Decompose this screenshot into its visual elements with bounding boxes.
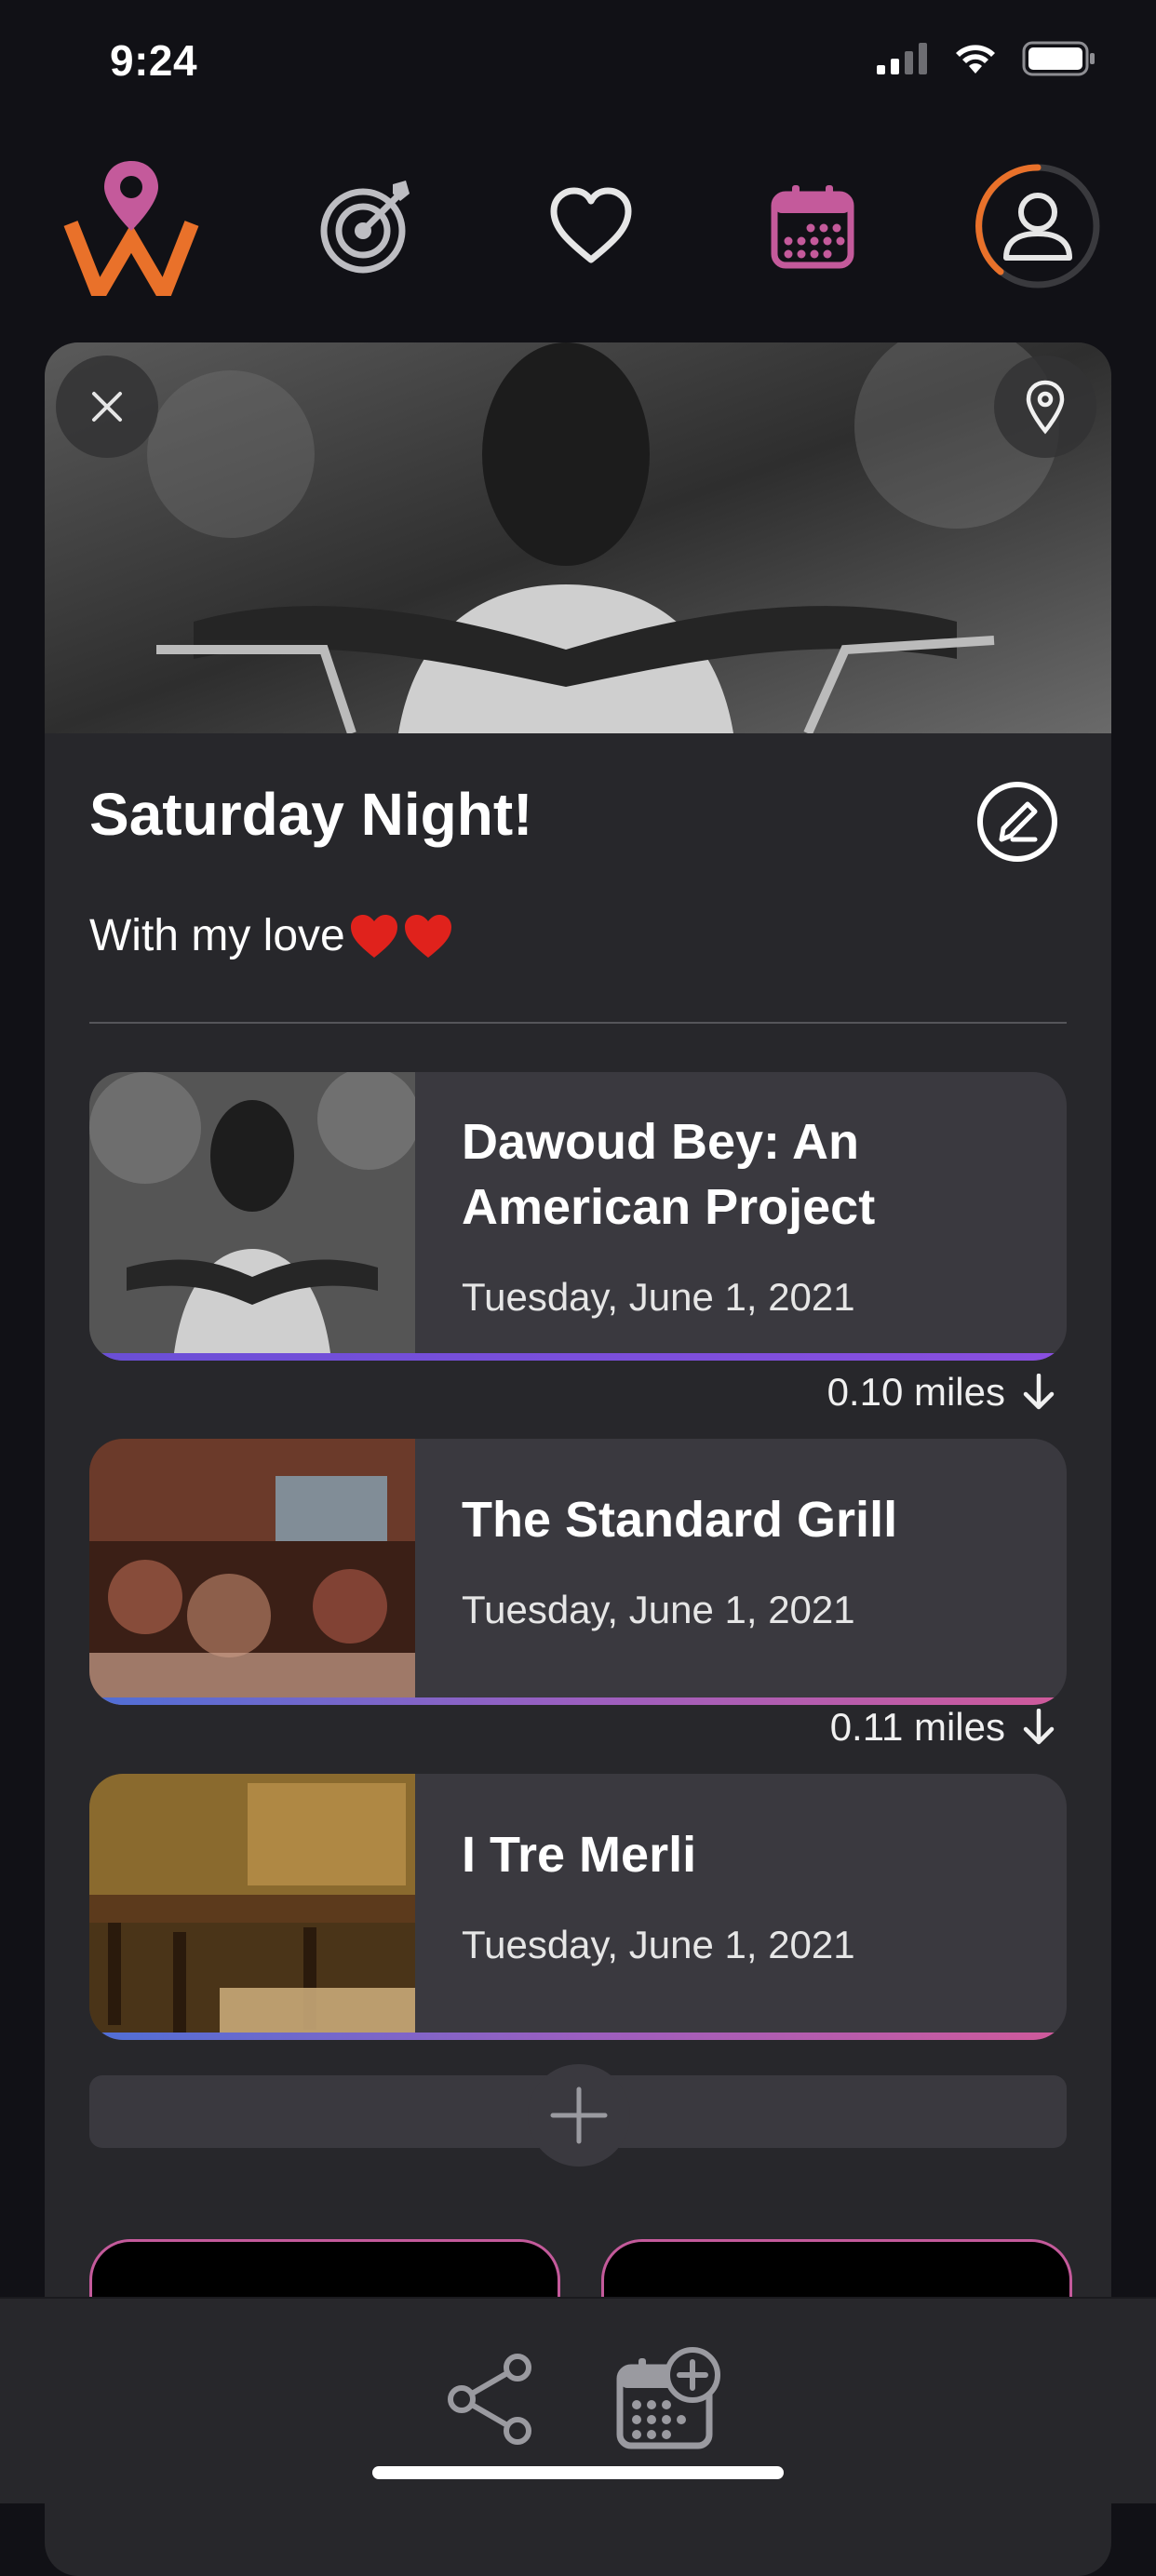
distance-label: 0.11 miles	[830, 1705, 1055, 1750]
plan-item[interactable]: The Standard Grill Tuesday, June 1, 2021	[89, 1439, 1067, 1705]
app-logo-button[interactable]	[61, 156, 201, 296]
plan-item[interactable]: Dawoud Bey: An American Project Tuesday,…	[89, 1072, 1067, 1361]
distance-text: 0.11 miles	[829, 1705, 1005, 1749]
status-time: 9:24	[110, 36, 198, 85]
add-to-calendar-button[interactable]	[614, 2347, 722, 2456]
item-thumbnail	[89, 1072, 415, 1361]
item-date: Tuesday, June 1, 2021	[462, 1588, 855, 1631]
map-pin-button[interactable]	[994, 356, 1096, 458]
item-date: Tuesday, June 1, 2021	[462, 1923, 855, 1966]
wifi-icon	[956, 45, 995, 74]
hearts	[349, 913, 453, 959]
item-thumbnail	[89, 1774, 415, 2040]
plan-card: Saturday Night! With my love Dawoud Bey:…	[45, 342, 1111, 2576]
profile-icon	[975, 164, 1100, 288]
item-thumbnail	[89, 1439, 415, 1705]
heart-icon	[550, 187, 632, 263]
close-button[interactable]	[56, 356, 158, 458]
add-item-button[interactable]	[528, 2064, 630, 2167]
target-icon	[320, 181, 410, 274]
share-button[interactable]	[445, 2353, 534, 2450]
close-icon	[92, 392, 122, 422]
top-nav	[0, 156, 1156, 296]
plan-description: With my love	[89, 910, 453, 961]
distance-label: 0.10 miles	[827, 1370, 1055, 1415]
edit-icon	[977, 782, 1057, 862]
plan-hero-image	[45, 342, 1111, 733]
item-name: The Standard Grill	[462, 1492, 898, 1548]
plan-description-text: With my love	[89, 911, 345, 960]
logo-icon	[63, 161, 199, 296]
item-date: Tuesday, June 1, 2021	[462, 1275, 855, 1319]
nav-favorites-button[interactable]	[521, 156, 661, 296]
home-indicator	[372, 2466, 784, 2479]
plus-icon	[550, 2086, 608, 2144]
distance-text: 0.10 miles	[827, 1370, 1005, 1414]
plan-title: Saturday Night!	[89, 781, 533, 848]
item-accent-bar	[89, 1353, 1067, 1361]
status-icons	[877, 41, 1096, 76]
item-name: Dawoud Bey: An American Project	[462, 1114, 876, 1235]
arrow-down-icon	[1023, 1709, 1055, 1745]
map-pin-icon	[1026, 380, 1065, 435]
battery-icon	[1022, 41, 1095, 76]
item-accent-bar	[89, 1697, 1067, 1705]
item-accent-bar	[89, 2033, 1067, 2040]
item-name: I Tre Merli	[462, 1827, 697, 1883]
red-heart-icon	[404, 914, 451, 958]
signal-icon	[877, 43, 927, 74]
share-icon	[448, 2354, 531, 2445]
divider	[89, 1022, 1067, 1024]
add-to-calendar-icon	[616, 2347, 720, 2449]
nav-plans-button[interactable]	[743, 156, 882, 296]
nav-discover-button[interactable]	[298, 156, 437, 296]
nav-profile-button[interactable]	[968, 156, 1108, 296]
arrow-down-icon	[1023, 1374, 1055, 1410]
plan-item[interactable]: I Tre Merli Tuesday, June 1, 2021	[89, 1774, 1067, 2040]
edit-plan-button[interactable]	[975, 780, 1059, 864]
calendar-icon	[771, 185, 854, 269]
red-heart-icon	[350, 914, 397, 958]
